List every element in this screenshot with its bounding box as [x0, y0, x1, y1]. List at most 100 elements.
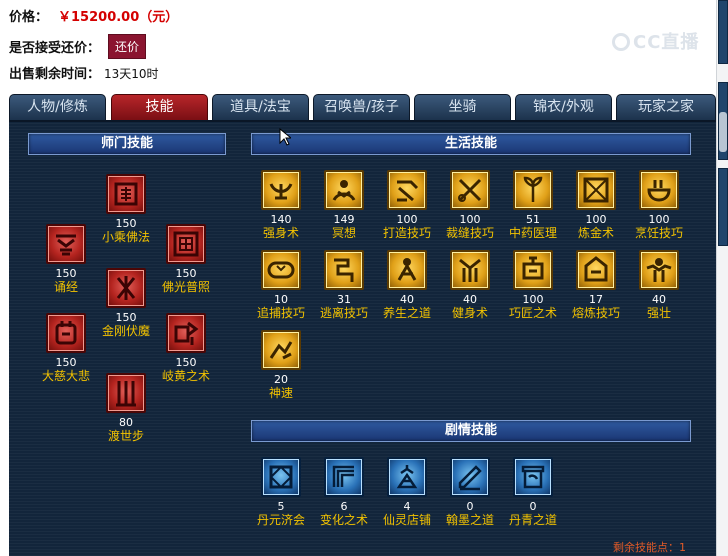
meditation-icon: [324, 170, 364, 210]
category-tabs: 人物/修炼 技能 道具/法宝 召唤兽/孩子 坐骑 锦衣/外观 玩家之家: [9, 94, 716, 120]
elixir-icon: [261, 457, 301, 497]
strengthen-icon: [261, 170, 301, 210]
right-side-strip: [716, 0, 728, 556]
tab-character[interactable]: 人物/修炼: [9, 94, 106, 120]
bargain-label: 是否接受还价：: [9, 41, 101, 56]
skill-level: 40: [400, 293, 414, 306]
transformation-icon: [324, 457, 364, 497]
plot-skill[interactable]: 6 变化之术: [313, 457, 375, 528]
skill-level: 0: [466, 500, 474, 513]
skill-level: 80: [119, 416, 133, 429]
life-skill[interactable]: 51 中药医理: [502, 170, 564, 241]
skill-name: 烹饪技巧: [634, 226, 683, 240]
skill-level: 17: [589, 293, 603, 306]
chanting-icon: [46, 224, 86, 264]
skill-name: 熔炼技巧: [571, 306, 620, 320]
skill-name: 巧匠之术: [508, 306, 557, 320]
life-skill[interactable]: 17 熔炼技巧: [565, 250, 627, 321]
school-skill[interactable]: 150 小乘佛法: [95, 174, 157, 245]
skill-level: 150: [115, 311, 137, 324]
remaining-skill-points: 剩余技能点：1: [613, 541, 686, 554]
sale-time-label: 出售剩余时间：: [9, 67, 101, 82]
life-skill[interactable]: 31 逃离技巧: [313, 250, 375, 321]
plot-skill[interactable]: 0 丹青之道: [502, 457, 564, 528]
school-skills-header: 师门技能: [28, 133, 226, 155]
smelting-icon: [576, 250, 616, 290]
life-skill[interactable]: 20 神速: [250, 330, 312, 401]
school-skill[interactable]: 150 佛光普照: [155, 224, 217, 295]
side-tab[interactable]: [718, 0, 728, 64]
skill-name: 打造技巧: [382, 226, 431, 240]
skill-name: 小乘佛法: [101, 230, 150, 244]
tab-player-home[interactable]: 玩家之家: [616, 94, 716, 120]
watermark-text: CC直播: [633, 32, 700, 53]
skill-name: 强身术: [262, 226, 299, 240]
escape-icon: [324, 250, 364, 290]
skill-name: 神速: [268, 386, 293, 400]
skill-level: 150: [175, 267, 197, 280]
life-skills-header: 生活技能: [251, 133, 691, 155]
life-skill[interactable]: 100 裁缝技巧: [439, 170, 501, 241]
plot-skill[interactable]: 0 翰墨之道: [439, 457, 501, 528]
skill-name: 逃离技巧: [319, 306, 368, 320]
plot-skills-header: 剧情技能: [251, 420, 691, 442]
buddha-light-icon: [166, 224, 206, 264]
scrollbar-thumb[interactable]: [719, 112, 727, 152]
strong-icon: [639, 250, 679, 290]
life-skill[interactable]: 100 炼金术: [565, 170, 627, 241]
tab-pets[interactable]: 召唤兽/孩子: [313, 94, 410, 120]
sale-time-row: 出售剩余时间： 13天10时: [9, 63, 159, 82]
vajra-icon: [106, 268, 146, 308]
school-skill[interactable]: 150 诵经: [35, 224, 97, 295]
skill-name: 佛光普照: [161, 280, 210, 294]
skill-level: 5: [277, 500, 285, 513]
tailoring-icon: [450, 170, 490, 210]
shop-icon: [387, 457, 427, 497]
price-value: ￥15200.00（元）: [58, 10, 179, 25]
skill-level: 6: [340, 500, 348, 513]
forging-icon: [387, 170, 427, 210]
life-skill[interactable]: 40 强壮: [628, 250, 690, 321]
school-skill[interactable]: 150 金刚伏魔: [95, 268, 157, 339]
school-skill[interactable]: 150 大慈大悲: [35, 313, 97, 384]
life-skill[interactable]: 100 巧匠之术: [502, 250, 564, 321]
life-skill[interactable]: 10 追捕技巧: [250, 250, 312, 321]
skill-level: 10: [274, 293, 288, 306]
alchemy-icon: [576, 170, 616, 210]
health-icon: [387, 250, 427, 290]
skill-level: 149: [333, 213, 355, 226]
skill-level: 20: [274, 373, 288, 386]
skill-name: 中药医理: [508, 226, 557, 240]
side-tab[interactable]: [718, 168, 728, 246]
life-skill[interactable]: 149 冥想: [313, 170, 375, 241]
life-skill[interactable]: 100 打造技巧: [376, 170, 438, 241]
life-skill[interactable]: 40 健身术: [439, 250, 501, 321]
tab-items[interactable]: 道具/法宝: [212, 94, 309, 120]
life-skill[interactable]: 100 烹饪技巧: [628, 170, 690, 241]
skill-name: 金刚伏魔: [101, 324, 150, 338]
buddhist-sutra-icon: [106, 174, 146, 214]
skill-name: 健身术: [451, 306, 488, 320]
skill-name: 冥想: [331, 226, 356, 240]
medicine-art-icon: [166, 313, 206, 353]
skill-level: 100: [522, 293, 544, 306]
skill-level: 31: [337, 293, 351, 306]
tab-outfits[interactable]: 锦衣/外观: [515, 94, 612, 120]
life-skill[interactable]: 140 强身术: [250, 170, 312, 241]
tab-mounts[interactable]: 坐骑: [414, 94, 511, 120]
life-skill[interactable]: 40 养生之道: [376, 250, 438, 321]
ink-icon: [450, 457, 490, 497]
plot-skill[interactable]: 4 仙灵店铺: [376, 457, 438, 528]
skill-name: 裁缝技巧: [445, 226, 494, 240]
pursuit-icon: [261, 250, 301, 290]
plot-skill[interactable]: 5 丹元济会: [250, 457, 312, 528]
skill-name: 炼金术: [577, 226, 614, 240]
skill-level: 51: [526, 213, 540, 226]
school-skill[interactable]: 150 岐黄之术: [155, 313, 217, 384]
compassion-icon: [46, 313, 86, 353]
school-skill[interactable]: 80 渡世步: [95, 373, 157, 444]
skill-name: 丹青之道: [508, 513, 557, 527]
bargain-badge[interactable]: 还价: [108, 34, 147, 59]
tab-skills[interactable]: 技能: [111, 94, 208, 120]
herbal-medicine-icon: [513, 170, 553, 210]
